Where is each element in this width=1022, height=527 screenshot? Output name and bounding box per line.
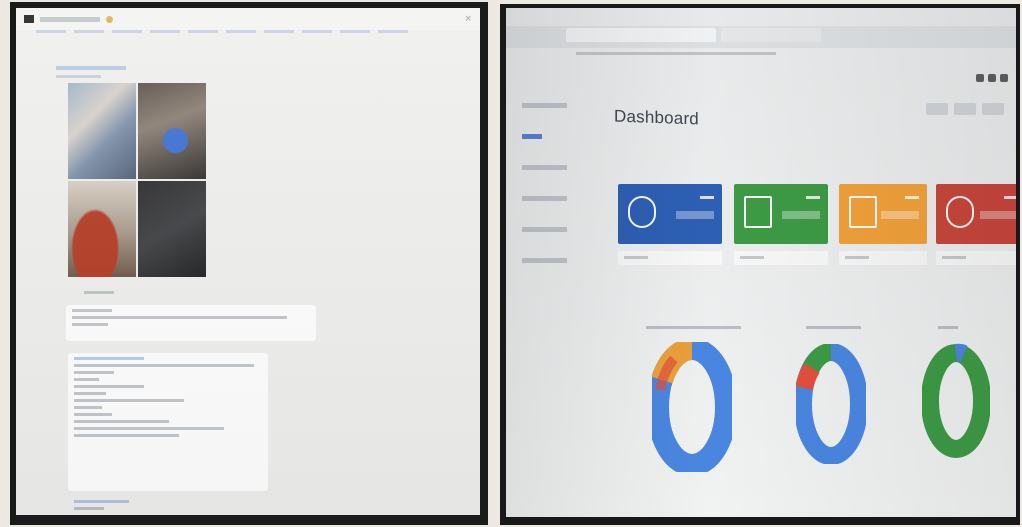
shared-image-grid[interactable] [68,83,206,278]
toolbar-icon[interactable] [1000,74,1008,82]
toolbar-icons[interactable] [976,74,1008,82]
dashboard-monitor-photo: Dashboard [500,4,1020,525]
avatar-icon [24,15,34,23]
donut-chart [922,343,990,458]
list-icon [744,196,772,228]
browser-tab[interactable] [566,28,716,42]
emoji-icon [106,15,113,23]
stat-value [1004,196,1016,199]
sidebar-item[interactable] [522,258,567,263]
stat-label [782,211,820,219]
card-footer[interactable] [618,251,722,265]
stat-card[interactable] [618,184,722,244]
lifebuoy-icon [946,196,974,228]
image-tile[interactable] [138,83,206,179]
stat-card[interactable] [734,184,828,244]
message-bubble [68,353,268,491]
image-tile[interactable] [68,181,136,277]
toolbar-icon[interactable] [976,74,984,82]
page-title: Dashboard [614,106,699,129]
browser-tab[interactable] [721,28,821,42]
close-icon[interactable]: × [464,14,472,24]
image-tile[interactable] [138,181,206,277]
donut-chart [652,342,732,472]
header-button[interactable] [982,103,1004,115]
message-bubble [66,305,316,341]
donut-segment-blue [954,343,968,363]
donut-segment-red [796,363,820,391]
message-sublabel [56,75,101,78]
dashboard-screen: Dashboard [506,8,1016,517]
image-caption [84,291,114,294]
stat-label [676,211,714,219]
sidebar [514,103,584,289]
photo-collage: × Dashboard [0,0,1022,527]
address-bar[interactable] [576,52,776,55]
stat-label [881,211,919,219]
sidebar-item[interactable] [522,227,567,232]
donut-chart [796,344,866,464]
stat-value [806,196,820,199]
chat-header: × [16,8,480,30]
donut-chart-title [646,326,741,329]
header-buttons[interactable] [926,103,1004,115]
chat-window-photo: × [10,2,488,525]
message-link[interactable] [68,496,138,515]
stat-value [700,196,714,199]
sidebar-item[interactable] [522,196,567,201]
card-footer[interactable] [734,251,828,265]
document-icon [849,196,877,228]
stat-card[interactable] [839,184,927,244]
chat-screen: × [16,8,480,515]
stat-value [905,196,919,199]
donut-chart-title [938,326,958,329]
card-footer[interactable] [839,251,927,265]
donut-segment-green [801,344,832,375]
donut-segment-green [922,344,990,458]
toolbar-icon[interactable] [988,74,996,82]
message-link[interactable] [56,66,126,70]
chat-contact-name [40,16,100,22]
card-footer[interactable] [936,251,1016,265]
stat-card[interactable] [936,184,1016,244]
donut-chart-title [806,326,861,329]
chat-status-line [36,30,416,33]
header-button[interactable] [926,103,948,115]
header-button[interactable] [954,103,976,115]
chat-icon [628,196,656,228]
image-tile[interactable] [68,83,136,179]
stat-label [980,211,1016,219]
sidebar-item-active[interactable] [522,134,542,139]
sidebar-item[interactable] [522,103,567,108]
sidebar-item[interactable] [522,165,567,170]
